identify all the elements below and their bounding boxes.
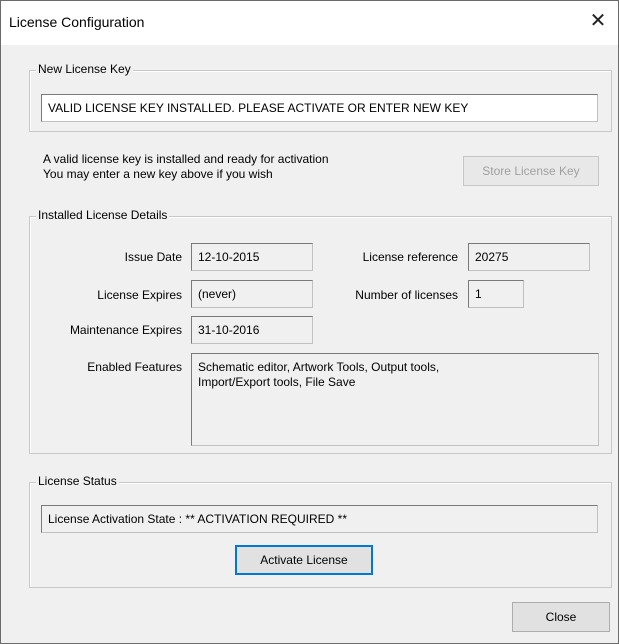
license-expires-value: (never): [191, 280, 313, 308]
enabled-features-value: Schematic editor, Artwork Tools, Output …: [191, 353, 599, 446]
license-note-line1: A valid license key is installed and rea…: [43, 152, 329, 166]
installed-license-details-group-label: Installed License Details: [36, 208, 170, 222]
issue-date-label: Issue Date: [124, 250, 182, 264]
license-reference-label: License reference: [362, 250, 458, 264]
license-status-group-label: License Status: [36, 474, 119, 488]
enabled-features-label: Enabled Features: [87, 360, 182, 374]
maintenance-expires-value: 31-10-2016: [191, 316, 313, 344]
license-expires-label: License Expires: [97, 288, 182, 302]
enabled-features-line1: Schematic editor, Artwork Tools, Output …: [198, 360, 440, 374]
close-button[interactable]: Close: [512, 602, 610, 632]
license-configuration-dialog: License Configuration ✕ New License Key …: [0, 0, 619, 644]
maintenance-expires-label: Maintenance Expires: [69, 323, 182, 337]
activate-license-button[interactable]: Activate License: [235, 545, 373, 575]
new-license-key-group-label: New License Key: [36, 62, 133, 76]
issue-date-value: 12-10-2015: [191, 243, 313, 271]
store-license-key-button[interactable]: Store License Key: [463, 156, 599, 186]
close-window-icon[interactable]: ✕: [582, 7, 614, 37]
window-title: License Configuration: [9, 14, 145, 30]
enabled-features-line2: Import/Export tools, File Save: [198, 375, 356, 389]
number-of-licenses-value: 1: [468, 280, 524, 308]
license-note-line2: You may enter a new key above if you wis…: [43, 167, 273, 181]
title-bar: License Configuration ✕: [1, 1, 618, 45]
license-key-input[interactable]: VALID LICENSE KEY INSTALLED. PLEASE ACTI…: [41, 94, 598, 122]
number-of-licenses-label: Number of licenses: [355, 288, 458, 302]
license-activation-state: License Activation State : ** ACTIVATION…: [41, 505, 598, 533]
license-reference-value: 20275: [468, 243, 590, 271]
